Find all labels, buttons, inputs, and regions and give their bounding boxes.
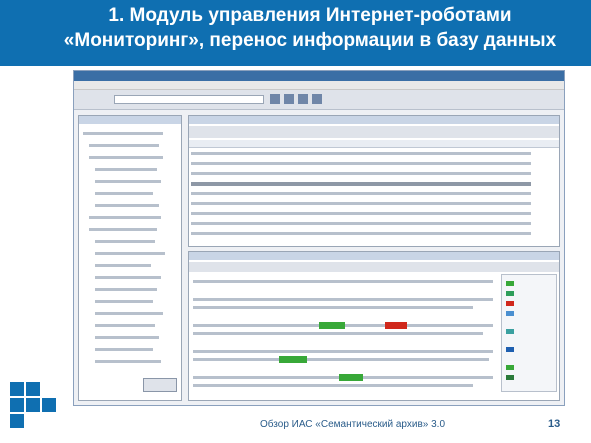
tree-line: [95, 168, 157, 171]
toolbar-icon: [270, 94, 280, 104]
legend-swatch: [506, 291, 514, 296]
decor-square: [42, 398, 56, 412]
text-line: [193, 384, 473, 387]
tree-line: [95, 240, 155, 243]
tree-line: [95, 336, 159, 339]
toolbar-icon: [298, 94, 308, 104]
table-row: [191, 172, 531, 175]
text-line: [193, 332, 483, 335]
table-toolbar: [189, 126, 559, 138]
app-menubar: [74, 81, 564, 90]
table-row: [191, 192, 531, 195]
slide-title: 1. Модуль управления Интернет-роботами «…: [40, 3, 580, 53]
table-row: [191, 232, 531, 235]
tree-line: [83, 132, 163, 135]
table-header-row: [189, 140, 559, 148]
slide-footer: Обзор ИАС «Семантический архив» 3.0: [260, 419, 446, 430]
text-line: [193, 298, 493, 301]
tree-line: [95, 312, 163, 315]
text-line: [193, 280, 493, 283]
tree-line: [95, 276, 161, 279]
table-row: [191, 162, 531, 165]
text-highlight: [339, 374, 363, 381]
decor-square: [10, 382, 24, 396]
toolbar-icon: [284, 94, 294, 104]
tree-line: [89, 144, 159, 147]
tree-header: [79, 116, 181, 124]
tree-line: [95, 348, 153, 351]
viewer-caption: [189, 252, 559, 260]
table-caption: [189, 116, 559, 124]
legend-swatch: [506, 301, 514, 306]
tree-line: [95, 300, 153, 303]
table-row: [191, 152, 531, 155]
app-toolbar: [74, 90, 564, 110]
tree-line: [95, 324, 155, 327]
text-highlight: [279, 356, 307, 363]
tree-line: [95, 180, 161, 183]
tree-line: [95, 264, 151, 267]
legend-swatch: [506, 375, 514, 380]
decor-square: [26, 382, 40, 396]
tree-line: [95, 288, 157, 291]
page-number: 13: [548, 418, 561, 430]
text-line: [193, 358, 489, 361]
tree-line: [95, 204, 159, 207]
tree-action-button: [143, 378, 177, 392]
title-bar: 1. Модуль управления Интернет-роботами «…: [0, 0, 591, 66]
viewer-tabs: [189, 262, 559, 272]
tree-line: [89, 216, 161, 219]
query-field: [114, 95, 264, 104]
legend-swatch: [506, 365, 514, 370]
text-highlight: [319, 322, 345, 329]
embedded-app-screenshot: [73, 70, 565, 406]
tree-line: [95, 252, 165, 255]
table-row: [191, 202, 531, 205]
decor-square: [26, 398, 40, 412]
legend-swatch: [506, 347, 514, 352]
tree-line: [89, 156, 163, 159]
text-highlight: [385, 322, 407, 329]
tree-line: [95, 360, 161, 363]
table-row: [191, 212, 531, 215]
text-line: [193, 306, 473, 309]
legend-swatch: [506, 329, 514, 334]
legend-swatch: [506, 311, 514, 316]
text-line: [193, 350, 493, 353]
slide-title-line2: «Мониторинг», перенос информации в базу …: [63, 30, 557, 51]
toolbar-icon: [312, 94, 322, 104]
app-document-viewer: [188, 251, 560, 401]
tree-line: [89, 228, 157, 231]
slide-title-line1: 1. Модуль управления Интернет-роботами: [108, 5, 512, 26]
tree-line: [95, 192, 153, 195]
table-row: [191, 222, 531, 225]
viewer-legend: [501, 274, 557, 392]
decor-square: [10, 414, 24, 428]
decor-square: [10, 398, 24, 412]
app-tree-panel: [78, 115, 182, 401]
table-row-selected: [191, 182, 531, 186]
app-documents-table: [188, 115, 560, 247]
legend-swatch: [506, 281, 514, 286]
app-titlebar: [74, 71, 564, 81]
